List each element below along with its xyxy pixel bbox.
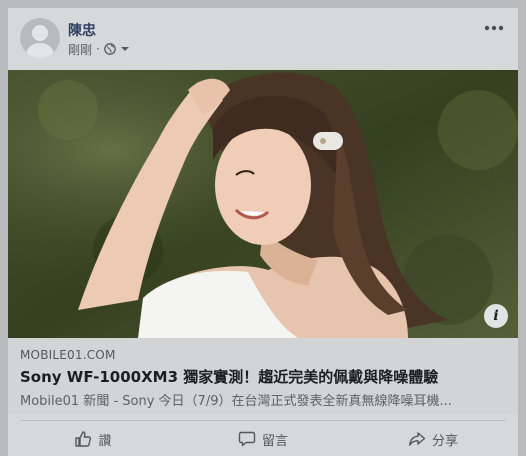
like-button[interactable]: 讚 [8, 422, 178, 456]
globe-icon[interactable] [103, 43, 116, 55]
avatar[interactable] [20, 18, 60, 58]
post-meta: 剛剛 · [68, 41, 130, 57]
share-label: 分享 [431, 433, 458, 449]
like-label: 讚 [98, 433, 112, 449]
meta-separator: · [96, 42, 100, 56]
comment-label: 留言 [261, 433, 288, 449]
more-dots-icon [484, 25, 504, 31]
comment-icon [238, 431, 256, 447]
chevron-down-icon[interactable] [120, 45, 130, 53]
share-button[interactable]: 分享 [348, 422, 518, 456]
post-card: 陳忠 剛剛 · i MOBILE01.COM Sony WF-1000XM3 獨… [8, 8, 518, 456]
comment-button[interactable]: 留言 [178, 422, 348, 456]
timestamp[interactable]: 剛剛 [68, 41, 92, 58]
author-name[interactable]: 陳忠 [68, 20, 96, 40]
post-header: 陳忠 剛剛 · [8, 8, 518, 70]
link-title[interactable]: Sony WF-1000XM3 獨家實測！趨近完美的佩戴與降噪體驗 [20, 366, 510, 387]
link-description: Mobile01 新聞 - Sony 今日（7/9）在台灣正式發表全新真無線降噪… [20, 394, 452, 409]
share-icon [409, 432, 426, 446]
woman-with-earbud-photo [8, 70, 518, 338]
more-options-button[interactable] [482, 18, 506, 38]
thumbs-up-icon [75, 431, 92, 447]
link-domain: MOBILE01.COM [20, 348, 116, 362]
default-avatar-icon [25, 25, 55, 58]
link-preview-details[interactable]: MOBILE01.COM Sony WF-1000XM3 獨家實測！趨近完美的佩… [8, 338, 518, 414]
divider [20, 420, 506, 421]
post-actions: 讚 留言 分享 [8, 422, 518, 456]
info-button[interactable]: i [484, 304, 508, 328]
info-icon: i [493, 308, 499, 324]
link-preview-image[interactable]: i [8, 70, 518, 338]
